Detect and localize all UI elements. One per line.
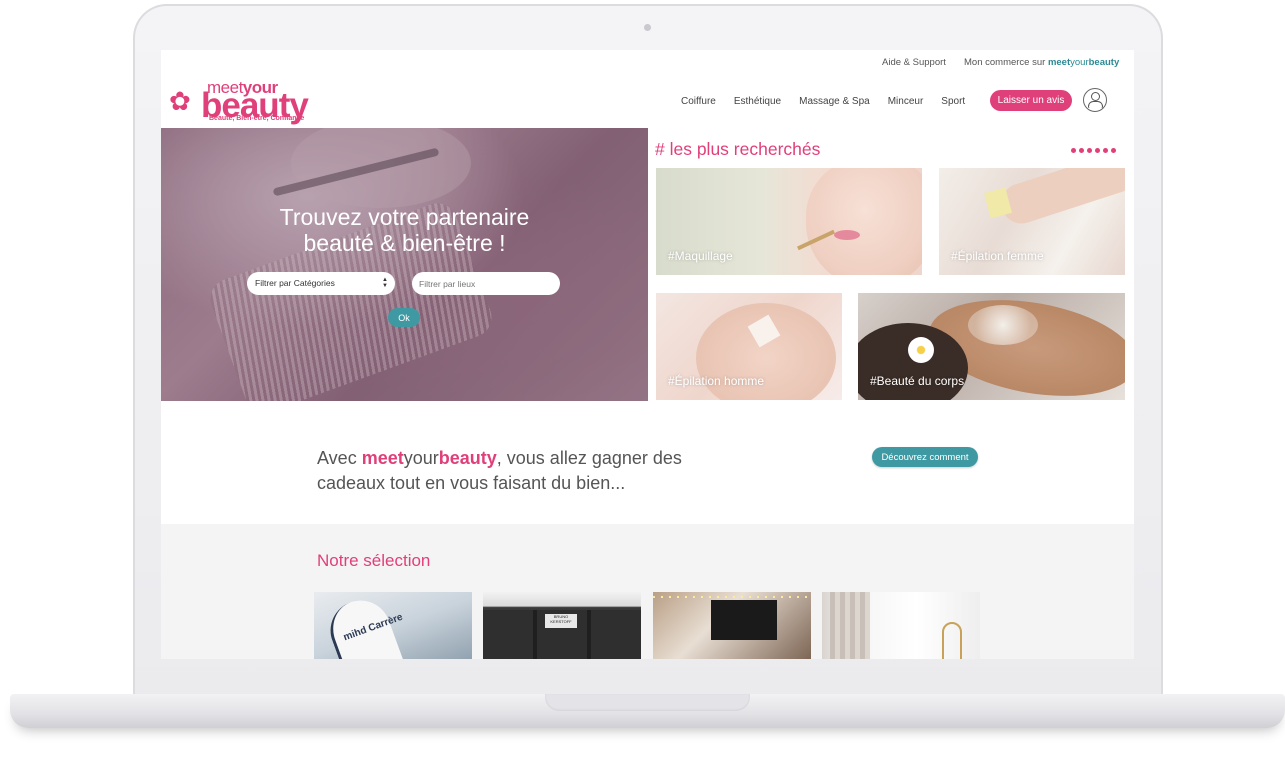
card-label: #Épilation femme <box>951 249 1044 263</box>
card-beaute-du-corps[interactable]: #Beauté du corps <box>858 293 1125 400</box>
promo-brand-meet: meet <box>361 448 404 468</box>
salon-sign: BRUNO KERSTOFF <box>545 614 577 628</box>
laptop-notch <box>545 694 750 711</box>
nav-esthetique[interactable]: Esthétique <box>734 96 781 107</box>
butterfly-logo-icon: ✿ <box>169 86 191 116</box>
merchant-brand-meet: meet <box>1047 57 1071 68</box>
selection-thumb-2[interactable]: BRUNO KERSTOFF <box>483 592 641 659</box>
merchant-brand-your: your <box>1070 57 1089 68</box>
nav-massage-spa[interactable]: Massage & Spa <box>799 96 870 107</box>
carousel-dot[interactable] <box>1071 148 1076 153</box>
selection-title: Notre sélection <box>317 551 431 570</box>
promo-prefix: Avec <box>317 448 362 468</box>
body-salt-scrub-image <box>968 305 1038 345</box>
browser-screen: Aide & Support Mon commerce sur meetyour… <box>161 50 1134 659</box>
user-account-icon[interactable] <box>1083 88 1107 112</box>
hero-banner: Trouvez votre partenaire beauté & bien-ê… <box>161 128 648 401</box>
category-select[interactable]: Filtrer par Catégories ▲ ▼ <box>247 272 395 295</box>
leave-review-button[interactable]: Laisser un avis <box>990 90 1072 111</box>
card-label: #Épilation homme <box>668 374 765 388</box>
main-nav: Coiffure Esthétique Massage & Spa Minceu… <box>681 90 983 112</box>
top-utility-bar: Aide & Support Mon commerce sur meetyour… <box>161 50 1134 74</box>
card-epilation-homme[interactable]: #Épilation homme <box>656 293 842 400</box>
site-logo[interactable]: ✿ meetyour beauty Beauté, Bien-être, Con… <box>169 78 329 128</box>
card-epilation-femme[interactable]: #Épilation femme <box>939 168 1125 275</box>
card-label: #Maquillage <box>668 249 733 263</box>
nav-minceur[interactable]: Minceur <box>888 96 924 107</box>
carousel-dot[interactable] <box>1079 148 1084 153</box>
discover-how-button[interactable]: Découvrez comment <box>872 447 978 467</box>
most-searched-title: # les plus recherchés <box>655 139 821 159</box>
hero-title: Trouvez votre partenaire beauté & bien-ê… <box>161 204 648 256</box>
curtain-image <box>830 592 870 659</box>
hero-title-line2: beauté & bien-être ! <box>303 230 506 256</box>
frangipani-flower-image <box>908 337 934 363</box>
promo-brand-your: your <box>403 448 439 468</box>
carousel-dot[interactable] <box>1087 148 1092 153</box>
camera-icon <box>644 24 651 31</box>
nav-coiffure[interactable]: Coiffure <box>681 96 716 107</box>
promo-text: Avec meetyourbeauty, vous allez gagner d… <box>317 446 737 496</box>
category-select-value: Filtrer par Catégories <box>255 278 335 288</box>
mirror-image <box>942 622 962 659</box>
salon-screen-image <box>711 600 777 640</box>
selection-thumb-4[interactable] <box>822 592 980 659</box>
card-maquillage[interactable]: #Maquillage <box>656 168 922 275</box>
logo-tagline: Beauté, Bien-être, Confiance <box>209 115 305 122</box>
merchant-link[interactable]: Mon commerce sur meetyourbeauty <box>964 57 1119 68</box>
selection-section: Notre sélection mihd Carrère BRUNO KERST… <box>161 524 1134 659</box>
carousel-dot[interactable] <box>1111 148 1116 153</box>
carousel-dot[interactable] <box>1103 148 1108 153</box>
waxing-leg-image <box>996 168 1125 229</box>
select-arrows-icon: ▲ ▼ <box>382 277 388 289</box>
nav-sport[interactable]: Sport <box>941 96 965 107</box>
merchant-prefix: Mon commerce sur <box>964 57 1046 68</box>
search-ok-button[interactable]: Ok <box>388 308 420 327</box>
hero-overlay <box>161 128 648 401</box>
selection-thumb-1[interactable]: mihd Carrère <box>314 592 472 659</box>
string-lights-image <box>653 596 811 598</box>
makeup-face-image <box>806 168 922 275</box>
hero-title-line1: Trouvez votre partenaire <box>279 204 530 230</box>
carousel-dot[interactable] <box>1095 148 1100 153</box>
promo-brand-beauty: beauty <box>438 448 497 468</box>
merchant-brand-beauty: beauty <box>1088 57 1120 68</box>
selection-thumb-3[interactable] <box>653 592 811 659</box>
carousel-dots <box>1071 148 1119 153</box>
makeup-lips-image <box>834 230 860 240</box>
location-input[interactable] <box>412 272 560 295</box>
help-support-link[interactable]: Aide & Support <box>882 57 946 68</box>
card-label: #Beauté du corps <box>870 374 965 388</box>
